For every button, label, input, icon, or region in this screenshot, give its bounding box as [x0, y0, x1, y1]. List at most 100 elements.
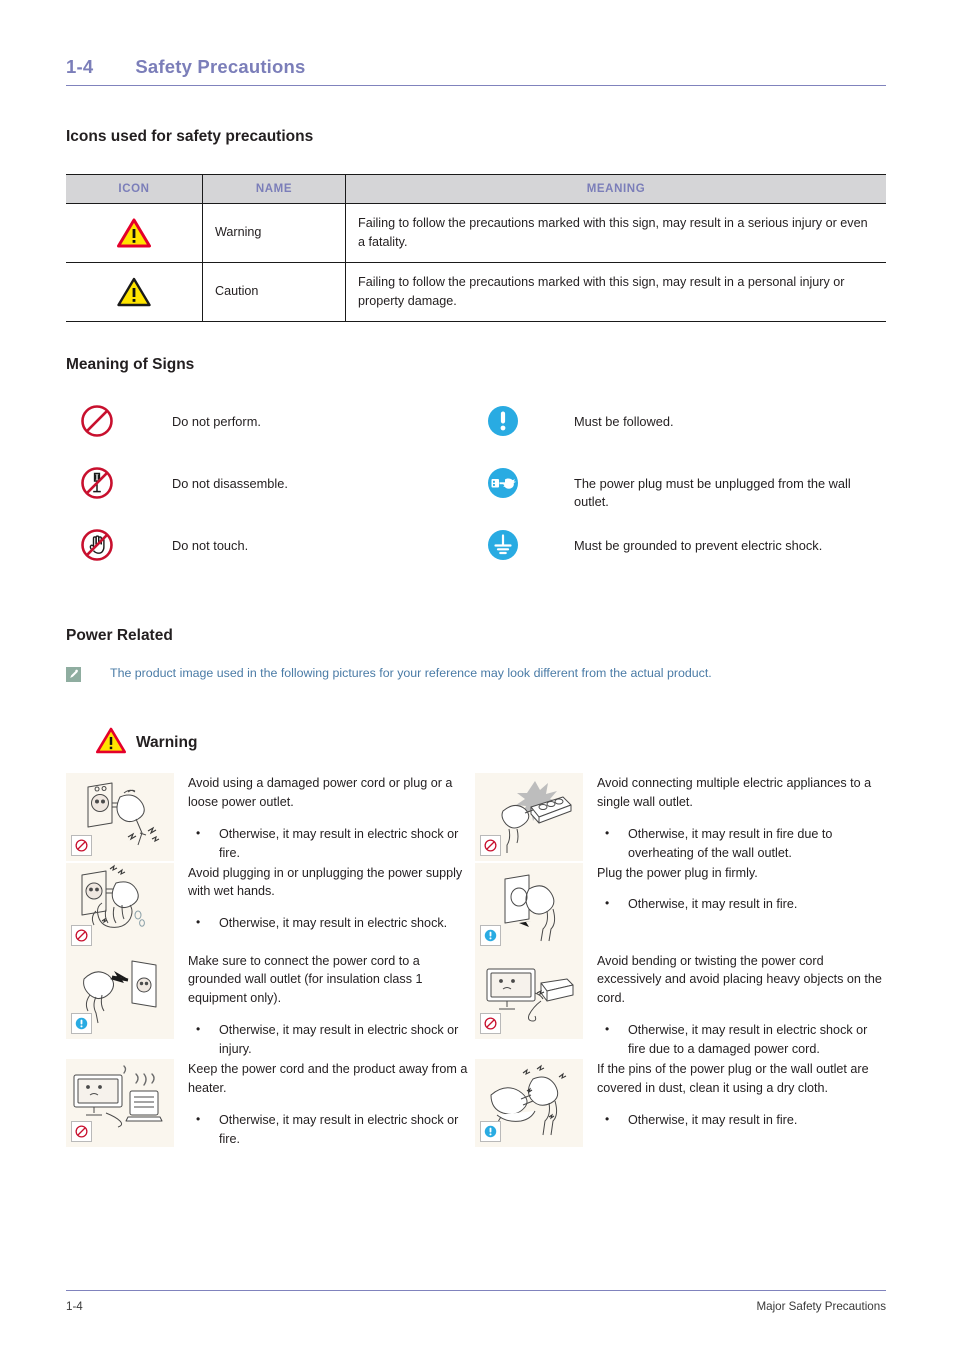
unplug-power-icon — [472, 466, 540, 500]
warning-item: Avoid using a damaged power cord or plug… — [66, 773, 475, 863]
prohibition-badge — [71, 924, 92, 946]
warning-lead: Keep the power cord and the product away… — [188, 1062, 468, 1095]
warning-item: Avoid connecting multiple electric appli… — [475, 773, 884, 863]
sign-row: The power plug must be unplugged from th… — [472, 466, 886, 528]
warning-grid: Avoid using a damaged power cord or plug… — [66, 773, 886, 1149]
warning-bullets: Otherwise, it may result in fire due to … — [597, 824, 882, 863]
table-header-name: NAME — [202, 174, 346, 204]
warning-item: Keep the power cord and the product away… — [66, 1059, 475, 1149]
warning-text-block: Plug the power plug in firmly. Otherwise… — [583, 863, 882, 915]
mandatory-badge — [480, 1121, 501, 1143]
monitor-near-heater-illustration — [66, 1059, 174, 1148]
sign-row: Do not perform. — [66, 404, 472, 466]
section-title-icons: Icons used for safety precautions — [66, 128, 314, 145]
warning-bullets: Otherwise, it may result in fire. — [597, 1110, 882, 1130]
warning-item: Avoid bending or twisting the power cord… — [475, 950, 884, 1059]
prohibition-circle-icon — [66, 404, 134, 438]
warning-banner: Warning — [96, 727, 197, 759]
table-header-meaning: MEANING — [345, 174, 886, 204]
table-row: Caution Failing to follow the precaution… — [66, 262, 886, 322]
sign-row: Do not touch. — [66, 528, 472, 590]
no-disassemble-icon — [66, 466, 134, 500]
sign-label: Do not touch. — [172, 538, 249, 553]
mandatory-exclamation-icon — [472, 404, 540, 438]
warning-lead: If the pins of the power plug or the wal… — [597, 1062, 869, 1095]
warning-bullet: Otherwise, it may result in electric sho… — [188, 1020, 473, 1059]
warning-text-block: Avoid connecting multiple electric appli… — [583, 773, 882, 863]
warning-item: If the pins of the power plug or the wal… — [475, 1059, 884, 1149]
table-cell-name: Caution — [202, 262, 346, 322]
mandatory-badge — [480, 924, 501, 946]
warning-bullets: Otherwise, it may result in electric sho… — [188, 1110, 473, 1149]
prohibition-badge — [71, 1121, 92, 1143]
warning-bullet: Otherwise, it may result in fire due to … — [597, 824, 882, 863]
prohibition-badge — [480, 1012, 501, 1034]
note-text: The product image used in the following … — [110, 666, 712, 680]
table-cell-meaning: Failing to follow the precautions marked… — [358, 274, 845, 308]
warning-bullet: Otherwise, it may result in electric sho… — [188, 913, 473, 933]
header-section-number: 1-4 — [66, 56, 94, 77]
warning-item: Make sure to connect the power cord to a… — [66, 950, 475, 1059]
warning-lead: Avoid using a damaged power cord or plug… — [188, 776, 453, 809]
damaged-plug-outlet-illustration — [66, 773, 174, 861]
note-pencil-icon — [66, 667, 82, 687]
note-row: The product image used in the following … — [66, 665, 886, 687]
page-title: Safety Precautions — [135, 56, 306, 77]
warning-bullets: Otherwise, it may result in electric sho… — [188, 913, 473, 933]
warning-bullet: Otherwise, it may result in electric sho… — [597, 1020, 882, 1059]
table-row: Warning Failing to follow the precaution… — [66, 203, 886, 263]
ground-earth-icon — [472, 528, 540, 562]
warning-bullets: Otherwise, it may result in electric sho… — [597, 1020, 882, 1059]
prohibition-badge — [480, 835, 501, 856]
section-title-signs: Meaning of Signs — [66, 356, 195, 373]
bent-cord-heavy-object-illustration — [475, 950, 583, 1039]
clean-dusty-plug-illustration — [475, 1059, 583, 1148]
warning-text-block: Make sure to connect the power cord to a… — [174, 951, 473, 1059]
page-footer: 1-4 Major Safety Precautions — [66, 1290, 886, 1313]
document-page: 1-4 Safety Precautions Icons used for sa… — [0, 0, 954, 1350]
wet-hands-plug-illustration — [66, 862, 174, 951]
mandatory-badge — [71, 1012, 92, 1034]
page-header: 1-4 Safety Precautions — [66, 56, 886, 86]
warning-bullet: Otherwise, it may result in electric sho… — [188, 824, 473, 863]
sign-row: Do not disassemble. — [66, 466, 472, 528]
multi-plug-power-strip-illustration — [475, 773, 583, 861]
warning-lead: Plug the power plug in firmly. — [597, 865, 758, 880]
warning-item: Plug the power plug in firmly. Otherwise… — [475, 862, 884, 951]
warning-bullets: Otherwise, it may result in fire. — [597, 894, 882, 914]
table-header-row: ICON NAME MEANING — [66, 174, 886, 204]
table-header-icon: ICON — [66, 174, 203, 204]
table-cell-name: Warning — [202, 203, 346, 263]
warning-text-block: Avoid plugging in or unplugging the powe… — [174, 863, 473, 934]
sign-label: Do not perform. — [172, 414, 261, 429]
table-cell-icon — [66, 203, 203, 263]
warning-triangle-red-icon — [78, 218, 190, 248]
sign-label: Must be grounded to prevent electric sho… — [574, 538, 823, 553]
table-cell-icon — [66, 262, 203, 322]
warning-bullets: Otherwise, it may result in electric sho… — [188, 824, 473, 863]
sign-label: The power plug must be unplugged from th… — [574, 476, 851, 510]
warning-bullet: Otherwise, it may result in fire. — [597, 1110, 882, 1130]
warning-lead: Avoid bending or twisting the power cord… — [597, 953, 882, 1006]
sign-label: Do not disassemble. — [172, 476, 288, 491]
plug-in-firmly-illustration — [475, 862, 583, 951]
warning-bullet: Otherwise, it may result in electric sho… — [188, 1110, 473, 1149]
warning-lead: Avoid plugging in or unplugging the powe… — [188, 865, 463, 899]
sign-row: Must be followed. — [472, 404, 886, 466]
footer-page-number: 1-4 — [66, 1300, 83, 1313]
footer-chapter: Major Safety Precautions — [756, 1300, 886, 1313]
sign-row: Must be grounded to prevent electric sho… — [472, 528, 886, 590]
caution-triangle-black-icon — [78, 277, 190, 307]
icons-table: ICON NAME MEANING Warning Failing to fol… — [66, 174, 886, 322]
warning-text-block: If the pins of the power plug or the wal… — [583, 1059, 882, 1130]
table-cell-meaning: Failing to follow the precautions marked… — [345, 203, 886, 263]
warning-banner-label: Warning — [136, 734, 198, 751]
grounded-outlet-illustration — [66, 950, 174, 1039]
warning-text-block: Avoid bending or twisting the power cord… — [583, 951, 882, 1059]
warning-lead: Make sure to connect the power cord to a… — [188, 953, 423, 1006]
warning-text-block: Keep the power cord and the product away… — [174, 1059, 473, 1149]
warning-bullet: Otherwise, it may result in fire. — [597, 894, 882, 914]
no-touch-hand-icon — [66, 528, 134, 562]
warning-text-block: Avoid using a damaged power cord or plug… — [174, 773, 473, 863]
warning-bullets: Otherwise, it may result in electric sho… — [188, 1020, 473, 1059]
